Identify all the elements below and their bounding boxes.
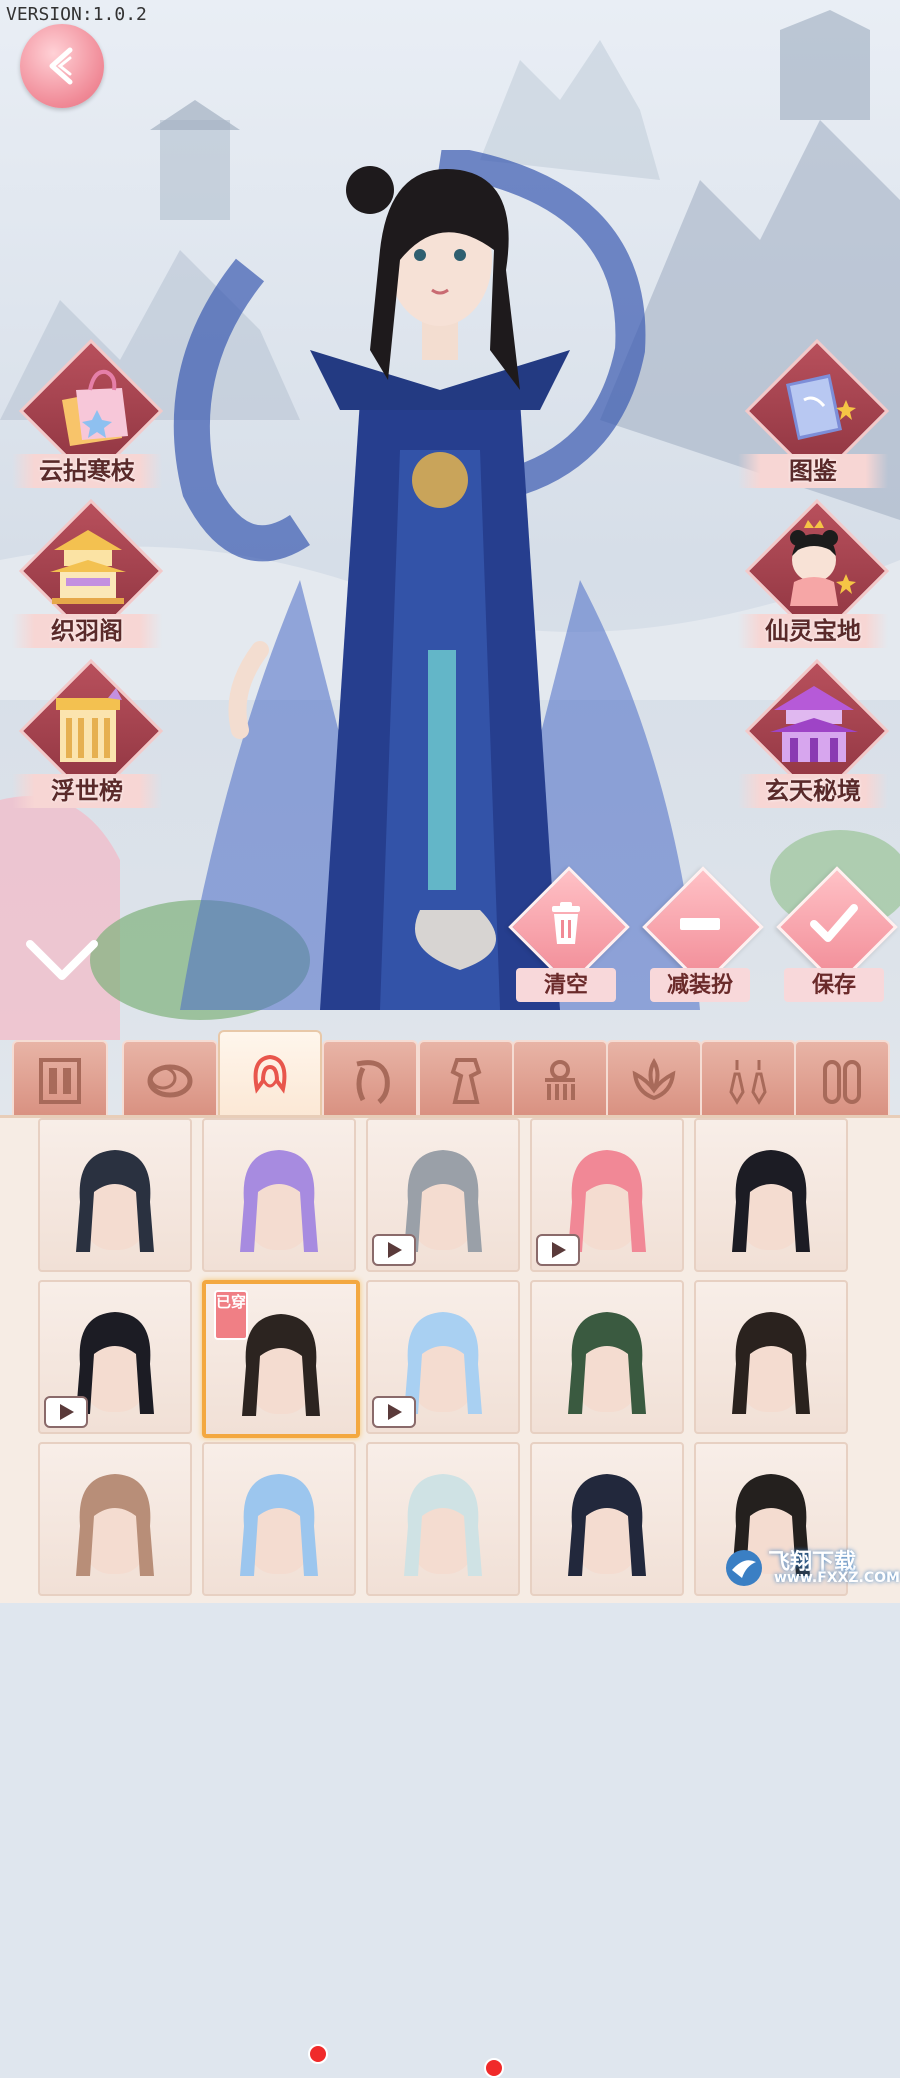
hair-ornament-icon [545, 1060, 575, 1100]
hair-item-card[interactable] [366, 1442, 520, 1596]
hair-item-card[interactable] [694, 1280, 848, 1434]
character-figure[interactable] [160, 150, 720, 1030]
menu-label: 仙灵宝地 [738, 614, 888, 648]
hairstyle-preview [568, 1474, 646, 1576]
purple-palace-icon [770, 686, 858, 762]
worn-tag: 已穿 [214, 1290, 248, 1340]
reduce-outfit-button[interactable]: 减装扮 [640, 866, 764, 1010]
trash-icon [552, 902, 580, 944]
watermark-url: www.FXXZ.COM [774, 1570, 900, 1586]
hair-item-card[interactable]: 已穿 [202, 1280, 360, 1438]
dress-tab-notification-dot [484, 2058, 504, 2078]
tab-hair[interactable] [218, 1030, 322, 1120]
menu-yunnian-hanzhi[interactable]: 云拈寒枝 [12, 338, 164, 500]
hair-item-card[interactable] [202, 1118, 356, 1272]
clear-label: 清空 [516, 968, 616, 1002]
shopping-bag-icon [62, 369, 128, 446]
hairstyle-preview [76, 1150, 154, 1252]
back-button[interactable] [20, 24, 104, 108]
lotus-accessory-icon [632, 1058, 676, 1101]
site-watermark: 飞翔下载 www.FXXZ.COM [724, 1544, 900, 1592]
hair-tab-notification-dot [308, 2044, 328, 2064]
tab-bracelet[interactable] [122, 1040, 218, 1120]
clear-button[interactable]: 清空 [506, 866, 630, 1010]
hair-item-card[interactable] [366, 1118, 520, 1272]
spirit-doll-icon [790, 520, 856, 606]
tab-hair-ornament[interactable] [512, 1040, 608, 1120]
album-book-icon [786, 374, 856, 440]
tab-dress[interactable] [418, 1040, 514, 1120]
chevron-down-icon [26, 940, 98, 980]
hair-icon [253, 1054, 287, 1094]
menu-xianling-baodi[interactable]: 仙灵宝地 [738, 498, 890, 660]
hairstyle-preview [76, 1474, 154, 1576]
hair-item-card[interactable] [530, 1118, 684, 1272]
menu-label: 织羽阁 [12, 614, 162, 648]
shoes-icon [823, 1060, 861, 1104]
save-button[interactable]: 保存 [774, 866, 898, 1010]
hair-item-grid: 已穿 [0, 1115, 900, 1603]
minus-icon [680, 918, 720, 930]
menu-label: 玄天秘境 [738, 774, 888, 808]
hair-item-card[interactable] [530, 1442, 684, 1596]
bird-logo-icon [726, 1550, 762, 1586]
version-label: VERSION:1.0.2 [6, 4, 147, 25]
menu-tujian[interactable]: 图鉴 [738, 338, 890, 500]
ranking-gate-icon [56, 688, 122, 762]
save-label: 保存 [784, 968, 884, 1002]
hair-item-card[interactable] [38, 1280, 192, 1434]
earrings-icon [729, 1060, 767, 1105]
menu-label: 浮世榜 [12, 774, 162, 808]
menu-xuantian-mijing[interactable]: 玄天秘境 [738, 658, 890, 820]
hairstyle-preview [732, 1312, 810, 1414]
video-ad-icon [44, 1396, 88, 1428]
hairstyle-preview [240, 1474, 318, 1576]
hair-item-card[interactable] [38, 1442, 192, 1596]
hair-item-card[interactable] [202, 1442, 356, 1596]
hairstyle-preview [240, 1150, 318, 1252]
category-tabs [0, 1030, 900, 2078]
tab-earrings[interactable] [700, 1040, 796, 1120]
hair-item-card[interactable] [530, 1280, 684, 1434]
menu-fushi-bang[interactable]: 浮世榜 [12, 658, 164, 820]
hairstyle-preview [732, 1150, 810, 1252]
menu-label: 云拈寒枝 [12, 454, 162, 488]
hairstyle-preview [404, 1474, 482, 1576]
hairstyle-long-icon [356, 1060, 390, 1104]
hairstyle-preview [568, 1312, 646, 1414]
menu-label: 图鉴 [738, 454, 888, 488]
tab-wardrobe[interactable] [12, 1040, 108, 1120]
bracelet-icon [147, 1064, 193, 1098]
menu-zhiyu-ge[interactable]: 织羽阁 [12, 498, 164, 660]
checkmark-icon [810, 904, 858, 942]
video-ad-icon [372, 1396, 416, 1428]
hair-item-card[interactable] [38, 1118, 192, 1272]
hair-item-card[interactable] [366, 1280, 520, 1434]
dress-icon [450, 1058, 482, 1104]
tab-lotus-accessory[interactable] [606, 1040, 702, 1120]
reduce-outfit-label: 减装扮 [650, 968, 750, 1002]
pavilion-icon [50, 530, 126, 604]
hair-item-card[interactable] [694, 1118, 848, 1272]
back-arrow-icon [49, 47, 73, 85]
video-ad-icon [372, 1234, 416, 1266]
tab-shoes[interactable] [794, 1040, 890, 1120]
hairstyle-preview [242, 1314, 320, 1416]
collapse-button[interactable] [20, 930, 104, 990]
wardrobe-icon [39, 1058, 81, 1104]
tab-hairstyle[interactable] [322, 1040, 418, 1120]
video-ad-icon [536, 1234, 580, 1266]
